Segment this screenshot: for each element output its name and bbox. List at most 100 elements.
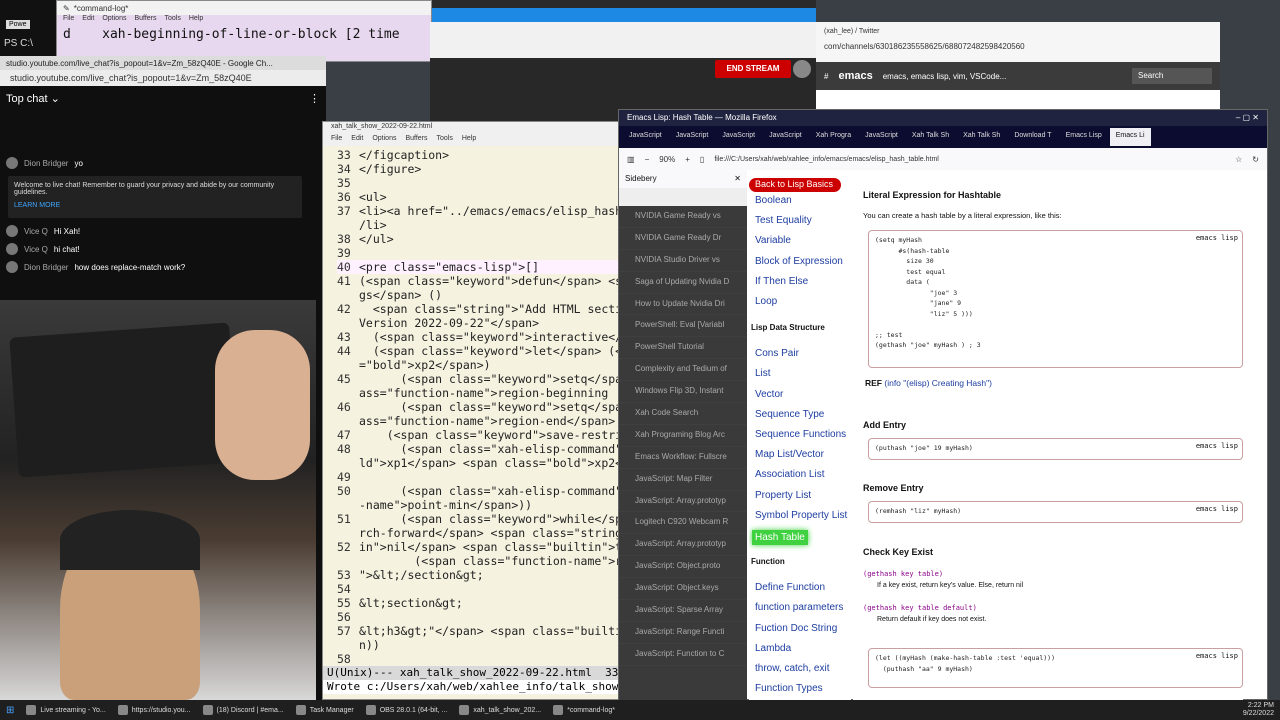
- nav-link[interactable]: Symbol Property List: [755, 510, 847, 521]
- taskbar-item[interactable]: *command-log*: [547, 700, 621, 720]
- sidebery-tab-item[interactable]: Saga of Updating Nvidia D: [619, 272, 747, 294]
- nav-link[interactable]: Define Function: [755, 582, 825, 593]
- sidebar-toggle-icon[interactable]: ▥: [627, 155, 635, 164]
- url-bar[interactable]: file:///C:/Users/xah/web/xahlee_info/ema…: [714, 156, 1225, 163]
- clock[interactable]: 2:22 PM 9/22/2022: [1243, 702, 1280, 718]
- nav-link[interactable]: List: [755, 368, 771, 379]
- window-controls[interactable]: – ▢ ✕: [1236, 113, 1259, 123]
- browser-tab[interactable]: Download T: [1008, 128, 1057, 146]
- menu-help[interactable]: Help: [462, 135, 476, 145]
- browser-tab[interactable]: Xah Talk Sh: [906, 128, 955, 146]
- powershell-window[interactable]: Powe PS C:\: [0, 0, 56, 62]
- search-input[interactable]: Search: [1132, 68, 1212, 84]
- nav-link[interactable]: Function Types: [755, 683, 823, 694]
- sidebery-tab-item[interactable]: Emacs Workflow: Fullscre: [619, 447, 747, 469]
- zoom-in-icon[interactable]: +: [685, 155, 690, 164]
- taskbar-item[interactable]: https://studio.you...: [112, 700, 197, 720]
- sidebery-tab-item[interactable]: JavaScript: Object.proto: [619, 556, 747, 579]
- sidebery-tab-item[interactable]: Xah Code Search: [619, 403, 747, 425]
- close-icon[interactable]: ✕: [734, 174, 741, 184]
- sidebery-tab-item[interactable]: Complexity and Tedium of: [619, 359, 747, 382]
- browser-tab[interactable]: JavaScript: [670, 128, 715, 146]
- browser-tab[interactable]: Xah Progra: [810, 128, 857, 146]
- nav-link[interactable]: Variable: [755, 235, 791, 246]
- start-button[interactable]: ⊞: [0, 700, 20, 720]
- sidebery-tab-item[interactable]: NVIDIA Studio Driver vs: [619, 250, 747, 272]
- nav-link[interactable]: throw, catch, exit: [755, 663, 829, 674]
- sidebery-tab-item[interactable]: Windows Flip 3D, Instant: [619, 381, 747, 404]
- back-to-lisp-basics-button[interactable]: Back to Lisp Basics: [749, 178, 841, 192]
- youtube-studio-window[interactable]: END STREAM: [430, 22, 816, 122]
- nav-link[interactable]: Vector: [755, 389, 783, 400]
- browser-window-discord[interactable]: (xah_lee) / Twitter com/channels/6301862…: [816, 22, 1220, 121]
- nav-link[interactable]: Sequence Type: [755, 409, 824, 420]
- menu-help[interactable]: Help: [189, 15, 203, 25]
- menu-options[interactable]: Options: [102, 15, 126, 25]
- menu-tools[interactable]: Tools: [437, 135, 453, 145]
- nav-link[interactable]: Map List/Vector: [755, 449, 824, 460]
- sidebery-tab-item[interactable]: JavaScript: Function to C: [619, 644, 747, 666]
- browser-tab[interactable]: JavaScript: [859, 128, 904, 146]
- sidebery-tab-item[interactable]: JavaScript: Array.prototyp: [619, 491, 747, 513]
- browser-tab[interactable]: Emacs Lisp: [1060, 128, 1108, 146]
- sidebery-tab-item[interactable]: NVIDIA Game Ready vs: [619, 206, 747, 228]
- nav-link[interactable]: function parameters: [755, 602, 843, 613]
- nav-link[interactable]: Hash Table: [752, 530, 808, 545]
- nav-link[interactable]: Lambda: [755, 643, 791, 654]
- sidebery-tab-item[interactable]: How to Update Nvidia Dri: [619, 294, 747, 316]
- menu-file[interactable]: File: [331, 135, 342, 145]
- zoom-out-icon[interactable]: −: [645, 155, 650, 164]
- nav-link[interactable]: Property List: [755, 490, 811, 501]
- browser-tab[interactable]: JavaScript: [623, 128, 668, 146]
- sidebery-tab-item[interactable]: JavaScript: Range Functi: [619, 622, 747, 644]
- chat-url[interactable]: studio.youtube.com/live_chat?is_popout=1…: [0, 70, 326, 86]
- emacs-main-window[interactable]: xah_talk_show_2022-09-22.html File Edit …: [322, 121, 623, 700]
- command-log-window[interactable]: ✎ *command-log* File Edit Options Buffers…: [56, 0, 432, 62]
- sidebery-toolbar[interactable]: [619, 188, 747, 206]
- sidebery-tab-item[interactable]: Logitech C920 Webcam R: [619, 512, 747, 535]
- learn-more-link[interactable]: LEARN MORE: [14, 202, 296, 209]
- taskbar-item[interactable]: xah_talk_show_202...: [453, 700, 547, 720]
- nav-link[interactable]: Boolean: [755, 195, 792, 206]
- taskbar-item[interactable]: (18) Discord | #ema...: [197, 700, 290, 720]
- sidebery-tab-item[interactable]: PowerShell: Eval [Variabl: [619, 315, 747, 338]
- menu-buffers[interactable]: Buffers: [134, 15, 156, 25]
- browser-tab[interactable]: Emacs Li: [1109, 128, 1151, 146]
- nav-link[interactable]: Block of Expression: [755, 256, 843, 267]
- tab-list[interactable]: NVIDIA Game Ready vs NVIDIA Game Ready Dr…: [619, 206, 747, 666]
- end-stream-button[interactable]: END STREAM: [715, 60, 791, 78]
- menu-options[interactable]: Options: [372, 135, 396, 145]
- sidebery-tab-item[interactable]: NVIDIA Game Ready Dr: [619, 228, 747, 250]
- reload-icon[interactable]: ↻: [1252, 155, 1259, 164]
- menu-file[interactable]: File: [63, 15, 74, 25]
- code-buffer[interactable]: 33 </figcaption> 34 </figure> 35 36 <ul> 37 <li>…: [323, 148, 623, 664]
- twitter-tab[interactable]: (xah_lee) / Twitter: [824, 28, 880, 35]
- taskbar-item[interactable]: Task Manager: [290, 700, 360, 720]
- sidebery-tab-item[interactable]: PowerShell Tutorial: [619, 337, 747, 360]
- firefox-window[interactable]: Emacs Lisp: Hash Table — Mozilla Firefox…: [618, 109, 1268, 700]
- sidebery-panel[interactable]: Sidebery ✕ NVIDIA Game Ready vs NVIDIA Gam…: [619, 170, 747, 700]
- taskbar-item[interactable]: Live streaming - Yo...: [20, 700, 111, 720]
- nav-link[interactable]: Cons Pair: [755, 348, 799, 359]
- sidebery-tab-item[interactable]: JavaScript: Map Filter: [619, 469, 747, 491]
- nav-link[interactable]: Loop: [755, 296, 777, 307]
- info-link[interactable]: (info "(elisp) Creating Hash"): [884, 378, 992, 388]
- nav-link[interactable]: Sequence Functions: [755, 429, 846, 440]
- sidebery-tab-item[interactable]: JavaScript: Array.prototyp: [619, 534, 747, 557]
- sidebery-tab-item[interactable]: JavaScript: Sparse Array: [619, 600, 747, 622]
- menu-edit[interactable]: Edit: [82, 15, 94, 25]
- zoom-level[interactable]: 90%: [659, 155, 675, 164]
- nav-link[interactable]: If Then Else: [755, 276, 808, 287]
- sidebery-tab-item[interactable]: Xah Programing Blog Arc: [619, 425, 747, 447]
- tab-strip[interactable]: JavaScript JavaScript JavaScript JavaScript…: [619, 126, 1267, 148]
- nav-link[interactable]: Association List: [755, 469, 824, 480]
- browser-tab[interactable]: JavaScript: [763, 128, 808, 146]
- menu-edit[interactable]: Edit: [351, 135, 363, 145]
- browser-tab[interactable]: JavaScript: [716, 128, 761, 146]
- menu-tools[interactable]: Tools: [165, 15, 181, 25]
- sidebery-tab-item[interactable]: JavaScript: Object.keys: [619, 578, 747, 601]
- more-options-icon[interactable]: ⋮: [309, 92, 320, 105]
- nav-link[interactable]: Test Equality: [755, 215, 812, 226]
- browser-tab[interactable]: Xah Talk Sh: [957, 128, 1006, 146]
- menu-buffers[interactable]: Buffers: [405, 135, 427, 145]
